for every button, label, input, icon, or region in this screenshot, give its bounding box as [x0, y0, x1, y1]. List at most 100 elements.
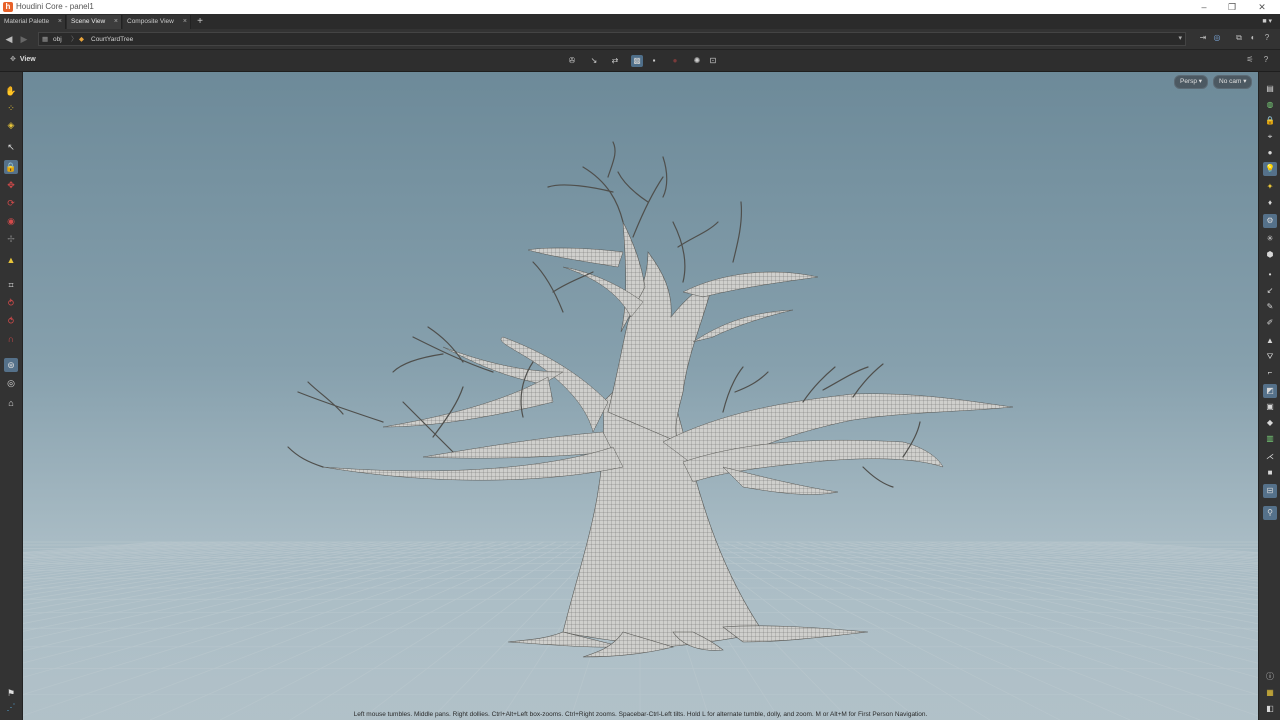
- viewport-layout-icon[interactable]: ◧: [1263, 702, 1277, 716]
- close-tab-icon[interactable]: ×: [183, 15, 187, 29]
- safe-area-icon[interactable]: ⊟: [1263, 484, 1277, 498]
- display-options-icon[interactable]: ⧉: [1232, 33, 1246, 43]
- geometry-node-icon: ◆: [79, 36, 84, 43]
- lighting-mode-icon[interactable]: ✦: [1263, 180, 1277, 194]
- info-icon[interactable]: ⓘ: [1263, 670, 1277, 684]
- home-icon[interactable]: ⌖: [1263, 130, 1277, 144]
- shading-icon[interactable]: ◐: [1246, 33, 1260, 42]
- path-bar: ◀ ▶ ▦ obj 〉 ◆ CourtYardTree ▾ ⇥ ◎ ⧉ ◐?: [0, 29, 1280, 50]
- smooth-shaded-icon[interactable]: ▪: [648, 55, 660, 67]
- path-bar-tools: ⇥ ◎ ⧉ ◐?: [1196, 33, 1274, 45]
- tab-label: Composite View: [127, 18, 174, 25]
- path-segment-obj[interactable]: obj: [53, 34, 62, 45]
- wireframe-icon[interactable]: ✳: [1263, 232, 1277, 246]
- path-field[interactable]: ▦ obj 〉 ◆ CourtYardTree ▾: [38, 32, 1186, 46]
- wireframe-shaded-icon[interactable]: ▩: [631, 55, 643, 67]
- bounding-box-icon[interactable]: ▣: [1263, 400, 1277, 414]
- light-bulb-icon[interactable]: 💡: [1263, 162, 1277, 176]
- select-primitives-icon[interactable]: ◈: [4, 118, 18, 132]
- lighting-icon[interactable]: ✺: [691, 55, 703, 67]
- bucket-icon[interactable]: ⛛: [1263, 350, 1277, 364]
- transform-icon[interactable]: ⇄: [609, 55, 621, 67]
- right-toolbar: ▤ ◍ 🔒 ⌖ ● 💡 ✦ ♦ ⚙ ✳ ⬢ • ↙ ✎ ✐ ▲ ⛛ ⌐ ◩ ▣ …: [1258, 72, 1280, 720]
- close-icon[interactable]: ✕: [1252, 1, 1272, 13]
- scene-viewport[interactable]: Persp ▾ No cam ▾ Left mouse tumbles. Mid…: [23, 72, 1258, 720]
- key-light-icon[interactable]: ♦: [1263, 196, 1277, 210]
- pose-handle-icon[interactable]: ▲: [4, 253, 18, 267]
- magnet-icon[interactable]: ∩: [4, 332, 18, 346]
- nodes-icon[interactable]: ⋌: [1263, 450, 1277, 464]
- pose-tool-icon[interactable]: ✋: [4, 84, 18, 98]
- help-icon[interactable]: ?: [1260, 33, 1274, 42]
- view-mode-icon: ✥: [10, 56, 16, 63]
- forward-arrow-icon[interactable]: ▶: [18, 33, 30, 45]
- add-tab-icon[interactable]: +: [195, 15, 205, 28]
- tumble-tool-icon[interactable]: ⥁: [4, 296, 18, 310]
- point-display-icon[interactable]: •: [1263, 268, 1277, 282]
- tab-label: Scene View: [71, 18, 106, 25]
- minimize-icon[interactable]: –: [1194, 1, 1214, 13]
- tab-composite-view[interactable]: Composite View ×: [123, 15, 191, 29]
- axes-icon: ⋰: [6, 702, 16, 712]
- camera-select-menu[interactable]: No cam ▾: [1213, 75, 1253, 89]
- path-segment-node[interactable]: CourtYardTree: [91, 34, 133, 45]
- display-options-icon[interactable]: ▤: [1263, 82, 1277, 96]
- record-icon[interactable]: ●: [669, 55, 681, 67]
- square-icon[interactable]: ■: [1263, 466, 1277, 480]
- tab-scene-view[interactable]: Scene View ×: [67, 15, 122, 29]
- move-tool-icon[interactable]: ✥: [4, 178, 18, 192]
- pin-icon[interactable]: ⇥: [1196, 33, 1210, 42]
- tab-material-palette[interactable]: Material Palette ×: [0, 15, 66, 29]
- back-arrow-icon[interactable]: ◀: [3, 33, 15, 45]
- lock-icon[interactable]: 🔒: [4, 160, 18, 174]
- ghost-icon[interactable]: ◍: [1263, 98, 1277, 112]
- fill-icon[interactable]: ▲: [1263, 334, 1277, 348]
- edit-icon[interactable]: ✐: [1263, 316, 1277, 330]
- brush-icon[interactable]: ✎: [1263, 300, 1277, 314]
- visibility-icon[interactable]: ▥: [1263, 432, 1277, 446]
- sphere-icon[interactable]: ●: [1263, 146, 1277, 160]
- link-icon[interactable]: ◎: [1210, 33, 1224, 42]
- construction-plane-icon[interactable]: ◩: [1263, 384, 1277, 398]
- flipbook-icon[interactable]: ⚲: [1263, 506, 1277, 520]
- path-dropdown-icon[interactable]: ▾: [1178, 34, 1182, 42]
- primitive-icon[interactable]: ◆: [1263, 416, 1277, 430]
- select-arrow-icon[interactable]: ↘: [588, 55, 600, 67]
- select-tool-icon[interactable]: ↖: [4, 140, 18, 154]
- scale-tool-icon[interactable]: ◉: [4, 214, 18, 228]
- close-tab-icon[interactable]: ×: [114, 15, 118, 29]
- lock-camera-icon[interactable]: 🔒: [1263, 114, 1277, 128]
- view-tool-icon[interactable]: ⌗: [4, 278, 18, 292]
- viewer-help-icon[interactable]: ?: [1258, 55, 1274, 64]
- snap-tool-icon[interactable]: ⊛: [4, 358, 18, 372]
- shaded-icon[interactable]: ⬢: [1263, 248, 1277, 262]
- tumble-icon[interactable]: ✇: [566, 55, 578, 67]
- court-yard-tree: [287, 141, 1014, 658]
- handle-tool-icon[interactable]: ✢: [4, 232, 18, 246]
- close-tab-icon[interactable]: ×: [58, 15, 62, 29]
- dolly-tool-icon[interactable]: ◎: [4, 376, 18, 390]
- camera-snapshot-icon[interactable]: ⊡: [707, 55, 719, 67]
- view-label-text: View: [19, 56, 36, 63]
- view-label: ✥ View: [10, 55, 36, 63]
- rotate-tool-icon[interactable]: ⟳: [4, 196, 18, 210]
- render-region-icon[interactable]: ⚑: [4, 686, 18, 700]
- orbit-tool-icon[interactable]: ⥀: [4, 314, 18, 328]
- pane-menu-icon[interactable]: ■ ▾: [1262, 17, 1272, 25]
- title-bar: h Houdini Core - panel1 – ❐ ✕: [0, 0, 1280, 14]
- paint-tool-icon[interactable]: ⌂: [4, 396, 18, 410]
- snap-grid-icon[interactable]: ⌐: [1263, 366, 1277, 380]
- normals-icon[interactable]: ↙: [1263, 284, 1277, 298]
- path-separator-icon: 〉: [71, 36, 78, 43]
- window-title: Houdini Core - panel1: [16, 2, 94, 11]
- network-icon: ▦: [42, 36, 49, 43]
- camera-projection-menu[interactable]: Persp ▾: [1174, 75, 1209, 89]
- render-icon[interactable]: ⚙: [1263, 214, 1277, 228]
- select-points-icon[interactable]: ⁘: [4, 101, 18, 115]
- layout-grid-icon[interactable]: ▦: [1263, 686, 1277, 700]
- restore-icon[interactable]: ❐: [1222, 1, 1242, 13]
- camera-select-label: No cam: [1219, 78, 1242, 85]
- display-settings-icon[interactable]: ⚟: [1242, 55, 1258, 64]
- viewer-toolbar-right: ⚟?: [1242, 55, 1274, 64]
- pane-tab-bar: Material Palette × Scene View × Composite …: [0, 14, 1280, 29]
